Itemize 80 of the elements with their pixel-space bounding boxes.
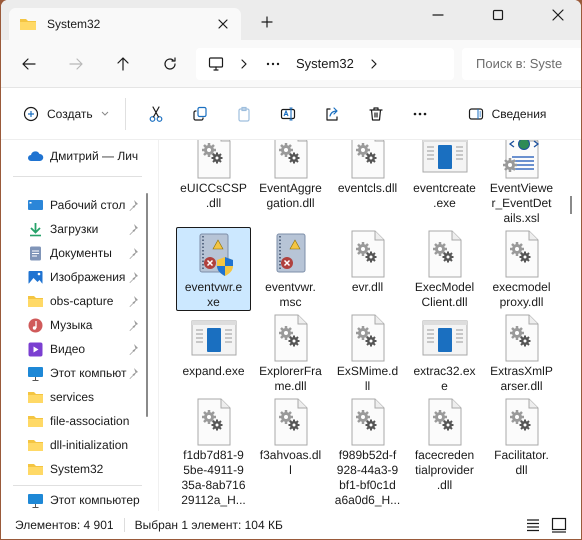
file-item[interactable]: eventvwr.e xe [176, 227, 251, 311]
monitor-icon [208, 56, 224, 72]
scrollbar-thumb[interactable] [570, 196, 572, 214]
nav-item[interactable]: Музыка [50, 318, 92, 332]
file-item[interactable]: execmodel proxy.dll [484, 227, 559, 311]
file-item[interactable]: ExplorerFra me.dll [253, 311, 328, 395]
file-name: eventvwr.e xe [184, 280, 242, 310]
nav-item[interactable]: Видео [50, 342, 86, 356]
file-item[interactable]: eUICCsCSP .dll [176, 140, 251, 212]
file-name: ExecModel Client.dll [414, 280, 474, 310]
file-name: expand.exe [182, 364, 245, 379]
file-item[interactable]: ExSMime.d ll [330, 311, 405, 395]
plus-circle-icon [23, 106, 39, 122]
file-item[interactable]: EventViewe r_EventDet ails.xsl [484, 140, 559, 227]
file-name: EventAggre gation.dll [259, 181, 322, 211]
monitor-icon [27, 364, 44, 382]
file-item[interactable]: Facilitator. dll [484, 395, 559, 479]
monitor-icon [27, 492, 44, 508]
music-icon [27, 316, 44, 334]
file-item[interactable]: eventvwr. msc [253, 227, 328, 311]
file-name: eUICCsCSP .dll [180, 181, 247, 211]
file-item[interactable]: ExtrasXmlP arser.dll [484, 311, 559, 395]
file-name: Facilitator. dll [494, 448, 549, 478]
panel-icon [468, 106, 484, 122]
item-count: Элементов: 4 901 [15, 518, 114, 532]
file-item[interactable]: f3ahvoas.dl l [253, 395, 328, 479]
file-item[interactable]: f989b52d-f 928-44a3-9 bf1-bf0c1d a6a0d6_H... [330, 395, 405, 509]
document-icon [27, 244, 44, 262]
nav-item[interactable]: Этот компьют [50, 366, 127, 380]
close-icon[interactable] [217, 18, 229, 30]
selection-info: Выбран 1 элемент: 104 КБ [134, 518, 283, 532]
nav-item[interactable]: Изображения [50, 270, 126, 284]
file-item[interactable]: EventAggre gation.dll [253, 140, 328, 212]
nav-item[interactable]: Дмитрий — Лич [50, 149, 138, 163]
file-item[interactable]: facecreden tialprovider .dll [407, 395, 482, 494]
folder-icon [19, 17, 37, 31]
chevron-right-icon [370, 58, 378, 70]
file-item[interactable]: extrac32.ex e [407, 311, 482, 395]
file-name: eventvwr. msc [265, 280, 316, 310]
tab[interactable]: System32 [9, 8, 241, 40]
address-bar[interactable]: System32 [196, 48, 454, 80]
ellipsis-icon[interactable] [266, 62, 280, 66]
search-field[interactable]: Поиск в: Syste [462, 48, 581, 80]
chevron-right-icon [240, 58, 248, 70]
nav-item[interactable]: Загрузки [50, 222, 98, 236]
file-item[interactable]: eventcreate .exe [407, 140, 482, 212]
file-item[interactable]: ExecModel Client.dll [407, 227, 482, 311]
scrollbar-thumb[interactable] [146, 193, 148, 417]
create-button[interactable]: Создать [17, 100, 115, 128]
file-item[interactable]: eventcls.dll [330, 140, 405, 197]
file-name: evr.dll [352, 280, 384, 295]
file-item[interactable]: evr.dll [330, 227, 405, 296]
details-pane-button[interactable]: Сведения [462, 100, 552, 128]
file-name: eventcls.dll [338, 181, 398, 196]
file-name: eventcreate .exe [413, 181, 476, 211]
nav-item[interactable]: file-association [50, 414, 130, 428]
nav-item[interactable]: Этот компьютер [50, 493, 140, 507]
download-icon [27, 220, 44, 238]
file-name: execmodel proxy.dll [492, 280, 551, 310]
file-name: ExplorerFra me.dll [259, 364, 322, 394]
nav-item[interactable]: dll-initialization [50, 438, 128, 452]
nav-item[interactable]: obs-capture [50, 294, 114, 308]
file-name: f989b52d-f 928-44a3-9 bf1-bf0c1d a6a0d6_H... [334, 448, 400, 508]
file-name: ExtrasXmlP arser.dll [490, 364, 553, 394]
file-name: EventViewe r_EventDet ails.xsl [490, 181, 554, 226]
file-name: f1db7d81-9 5be-4911-9 35a-8ab716 29112a_H... [181, 448, 246, 508]
file-name: facecreden tialprovider .dll [414, 448, 474, 493]
nav-item[interactable]: services [50, 390, 94, 404]
file-item[interactable]: f1db7d81-9 5be-4911-9 35a-8ab716 29112a_H... [176, 395, 251, 509]
file-name: ExSMime.d ll [336, 364, 398, 394]
file-item[interactable]: expand.exe [176, 311, 251, 380]
nav-item[interactable]: Рабочий стол [50, 198, 126, 212]
video-icon [27, 340, 44, 358]
nav-item[interactable]: System32 [50, 462, 104, 476]
breadcrumb-item[interactable]: System32 [296, 56, 354, 71]
file-name: extrac32.ex e [413, 364, 476, 394]
caret-down-icon [100, 110, 109, 116]
file-name: f3ahvoas.dl l [260, 448, 322, 478]
nav-item[interactable]: Документы [50, 246, 112, 260]
picture-icon [27, 268, 44, 286]
